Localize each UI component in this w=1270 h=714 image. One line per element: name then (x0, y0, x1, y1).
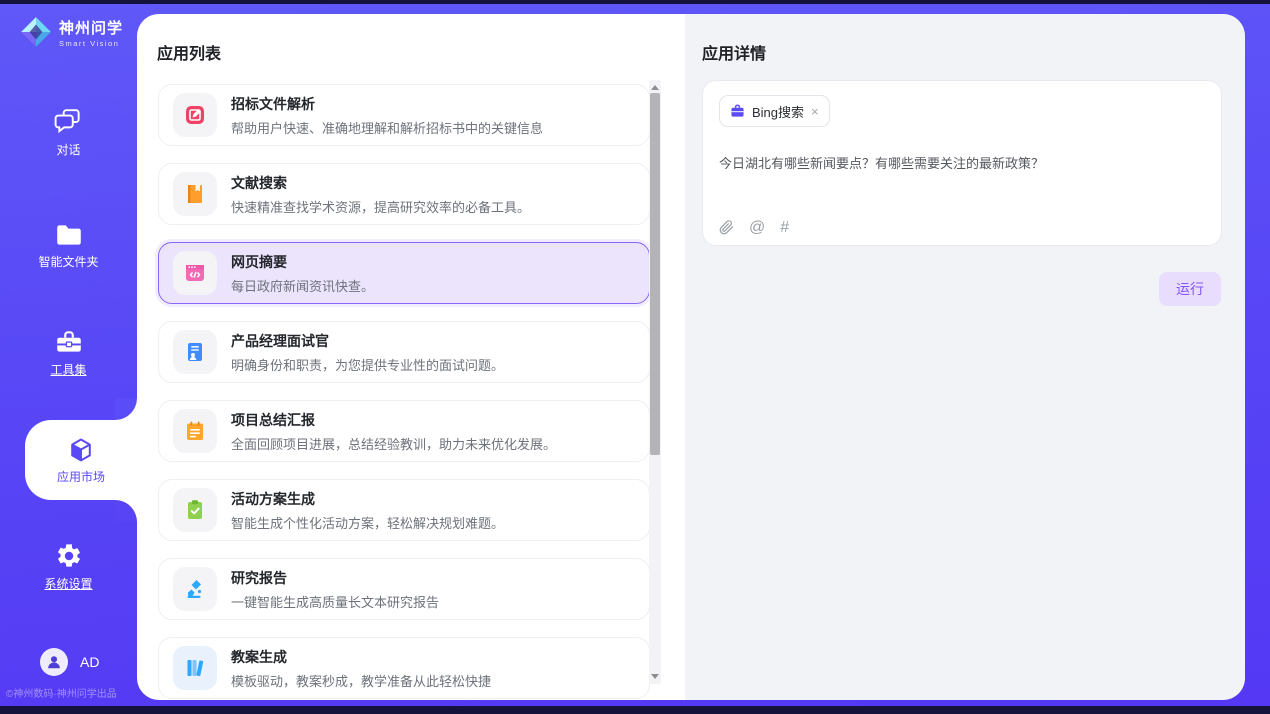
brand-name: 神州问学 (59, 17, 123, 38)
composer-toolbar: @ # (719, 219, 789, 236)
app-item-desc: 快速精准查找学术资源，提高研究效率的必备工具。 (231, 197, 530, 216)
app-list-item-web-summary[interactable]: 网页摘要 每日政府新闻资讯快查。 (158, 242, 650, 304)
notepad-icon (173, 409, 217, 453)
sidebar-item-toolset[interactable]: 工具集 (0, 328, 137, 378)
app-window: 神州问学 Smart Vision 对话 智能文件夹 工具 (0, 4, 1270, 706)
app-item-title: 文献搜索 (231, 173, 530, 193)
app-item-desc: 明确身份和职责，为您提供专业性的面试问题。 (231, 355, 504, 374)
app-item-title: 项目总结汇报 (231, 410, 556, 430)
app-item-title: 教案生成 (231, 647, 491, 667)
sidebar-item-chat[interactable]: 对话 (0, 108, 137, 158)
scrollbar-thumb[interactable] (650, 93, 660, 455)
sidebar-item-label: 应用市场 (57, 468, 105, 485)
app-item-title: 研究报告 (231, 568, 439, 588)
app-item-desc: 全面回顾项目进展，总结经验教训，助力未来优化发展。 (231, 434, 556, 453)
folder-icon (54, 222, 84, 248)
book-icon (173, 172, 217, 216)
app-detail-title: 应用详情 (702, 40, 766, 64)
sidebar-item-label: 工具集 (50, 361, 86, 378)
app-item-title: 活动方案生成 (231, 489, 504, 509)
app-list-scrollbar[interactable] (649, 80, 661, 684)
app-list-item-research-report[interactable]: 研究报告 一键智能生成高质量长文本研究报告 (158, 558, 650, 620)
app-item-desc: 帮助用户快速、准确地理解和解析招标书中的关键信息 (231, 118, 543, 137)
sidebar-item-smart-folder[interactable]: 智能文件夹 (0, 222, 137, 270)
interviewer-icon (173, 330, 217, 374)
user-account[interactable]: AD (40, 648, 99, 676)
diamond-logo-icon (20, 16, 52, 48)
app-list-item-tender[interactable]: 招标文件解析 帮助用户快速、准确地理解和解析招标书中的关键信息 (158, 84, 650, 146)
app-item-title: 网页摘要 (231, 252, 374, 272)
app-item-desc: 每日政府新闻资讯快查。 (231, 276, 374, 295)
query-text[interactable]: 今日湖北有哪些新闻要点？有哪些需要关注的最新政策？ (719, 153, 1199, 172)
brand-logo: 神州问学 Smart Vision (20, 16, 123, 48)
run-button[interactable]: 运行 (1159, 272, 1221, 306)
tool-tag-label: Bing搜索 (752, 102, 804, 121)
toolbox-icon (54, 328, 84, 356)
gear-icon (55, 542, 83, 570)
sidebar: 神州问学 Smart Vision 对话 智能文件夹 工具 (0, 4, 137, 706)
sidebar-item-label: 智能文件夹 (38, 253, 98, 270)
person-icon (45, 653, 63, 671)
app-list-panel: 应用列表 招标文件解析 帮助用户快速、准确地理解和解析招标书中的关键信息 (137, 14, 685, 700)
active-tab-bottom-curve (115, 500, 137, 522)
tag-close-icon[interactable]: × (811, 105, 819, 118)
main-content: 应用列表 招标文件解析 帮助用户快速、准确地理解和解析招标书中的关键信息 (137, 14, 1245, 700)
app-list-item-project-summary[interactable]: 项目总结汇报 全面回顾项目进展，总结经验教训，助力未来优化发展。 (158, 400, 650, 462)
sidebar-item-label: 系统设置 (44, 575, 92, 592)
scroll-down-icon[interactable] (651, 674, 659, 679)
app-item-desc: 一键智能生成高质量长文本研究报告 (231, 592, 439, 611)
app-detail-panel: 应用详情 Bing搜索 × 今日湖北有哪些新闻要点？有哪些需要关注的最新政策？ (685, 14, 1245, 700)
chat-icon (54, 108, 84, 136)
app-item-title: 招标文件解析 (231, 94, 543, 114)
user-initials: AD (80, 654, 99, 670)
app-list-item-activity-plan[interactable]: 活动方案生成 智能生成个性化活动方案，轻松解决规划难题。 (158, 479, 650, 541)
active-tab-top-curve (115, 398, 137, 420)
copyright-text: ©神州数码·神州问学出品 (6, 685, 137, 700)
topic-icon[interactable]: # (780, 220, 789, 236)
app-list-item-pm-interviewer[interactable]: 产品经理面试官 明确身份和职责，为您提供专业性的面试问题。 (158, 321, 650, 383)
app-list: 招标文件解析 帮助用户快速、准确地理解和解析招标书中的关键信息 文献搜索 (158, 84, 650, 699)
sidebar-item-label: 对话 (56, 141, 80, 158)
app-item-title: 产品经理面试官 (231, 331, 504, 351)
scroll-up-icon[interactable] (651, 85, 659, 90)
app-list-title: 应用列表 (157, 40, 221, 64)
app-item-desc: 模板驱动，教案秒成，教学准备从此轻松快捷 (231, 671, 491, 690)
app-item-desc: 智能生成个性化活动方案，轻松解决规划难题。 (231, 513, 504, 532)
books-icon (173, 646, 217, 690)
avatar (40, 648, 68, 676)
app-list-item-literature[interactable]: 文献搜索 快速精准查找学术资源，提高研究效率的必备工具。 (158, 163, 650, 225)
microscope-icon (173, 567, 217, 611)
app-list-item-lesson-plan[interactable]: 教案生成 模板驱动，教案秒成，教学准备从此轻松快捷 (158, 637, 650, 699)
query-composer[interactable]: Bing搜索 × 今日湖北有哪些新闻要点？有哪些需要关注的最新政策？ @ # (702, 80, 1222, 246)
brand-tagline: Smart Vision (59, 39, 123, 48)
edit-document-icon (173, 93, 217, 137)
cube-icon (67, 436, 95, 464)
mention-icon[interactable]: @ (749, 220, 765, 236)
tool-tag-bing-search[interactable]: Bing搜索 × (719, 95, 830, 127)
browser-code-icon (173, 251, 217, 295)
clipboard-check-icon (173, 488, 217, 532)
attachment-icon[interactable] (719, 219, 734, 236)
sidebar-item-settings[interactable]: 系统设置 (0, 542, 137, 592)
briefcase-icon (730, 104, 745, 118)
sidebar-item-app-market[interactable]: 应用市场 (25, 420, 137, 500)
